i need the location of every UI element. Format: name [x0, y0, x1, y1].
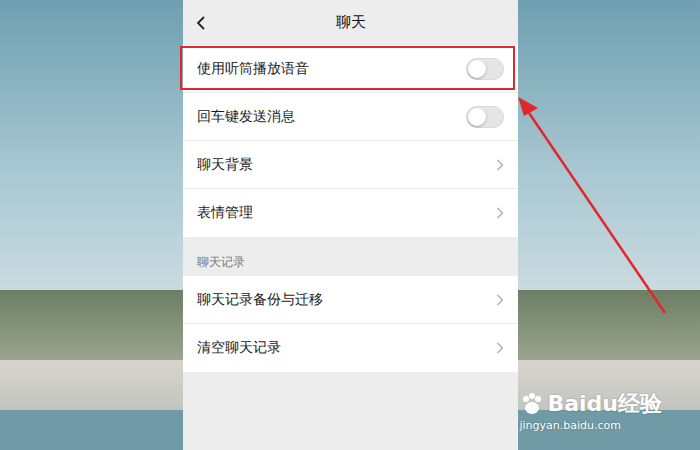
back-arrow-icon[interactable]	[195, 15, 207, 31]
settings-row[interactable]: 使用听筒播放语音	[183, 45, 518, 93]
settings-row[interactable]: 表情管理	[183, 189, 518, 237]
toggle-switch[interactable]	[466, 106, 504, 128]
section-label: 聊天记录	[183, 237, 518, 276]
chevron-right-icon	[496, 294, 504, 306]
header: 聊天	[183, 0, 518, 45]
highlight-box	[180, 46, 515, 90]
toggle-knob	[468, 60, 486, 78]
row-label: 聊天记录备份与迁移	[197, 291, 323, 309]
general-group: 使用听筒播放语音回车键发送消息聊天背景表情管理	[183, 45, 518, 237]
row-label: 回车键发送消息	[197, 108, 295, 126]
chevron-right-icon	[496, 342, 504, 354]
chevron-right-icon	[496, 207, 504, 219]
header-title: 聊天	[336, 13, 366, 32]
annotation-arrow-icon	[0, 0, 700, 450]
screenshot: 聊天使用听筒播放语音回车键发送消息聊天背景表情管理聊天记录聊天记录备份与迁移清空…	[0, 0, 700, 450]
settings-row[interactable]: 回车键发送消息	[183, 93, 518, 141]
settings-row[interactable]: 聊天背景	[183, 141, 518, 189]
row-label: 表情管理	[197, 204, 253, 222]
settings-row[interactable]: 聊天记录备份与迁移	[183, 276, 518, 324]
watermark: Baidu经验jingyan.baidu.com	[519, 389, 662, 432]
toggle-switch[interactable]	[466, 58, 504, 80]
chat-history-group: 聊天记录备份与迁移清空聊天记录	[183, 276, 518, 372]
row-label: 聊天背景	[197, 156, 253, 174]
paw-logo-icon	[519, 391, 545, 417]
watermark-brand: Baidu经验	[547, 389, 662, 419]
row-label: 使用听筒播放语音	[197, 60, 309, 78]
settings-row[interactable]: 清空聊天记录	[183, 324, 518, 372]
settings-panel: 聊天使用听筒播放语音回车键发送消息聊天背景表情管理聊天记录聊天记录备份与迁移清空…	[183, 0, 518, 450]
row-label: 清空聊天记录	[197, 339, 281, 357]
toggle-knob	[468, 108, 486, 126]
watermark-url: jingyan.baidu.com	[519, 419, 621, 432]
chevron-right-icon	[496, 159, 504, 171]
